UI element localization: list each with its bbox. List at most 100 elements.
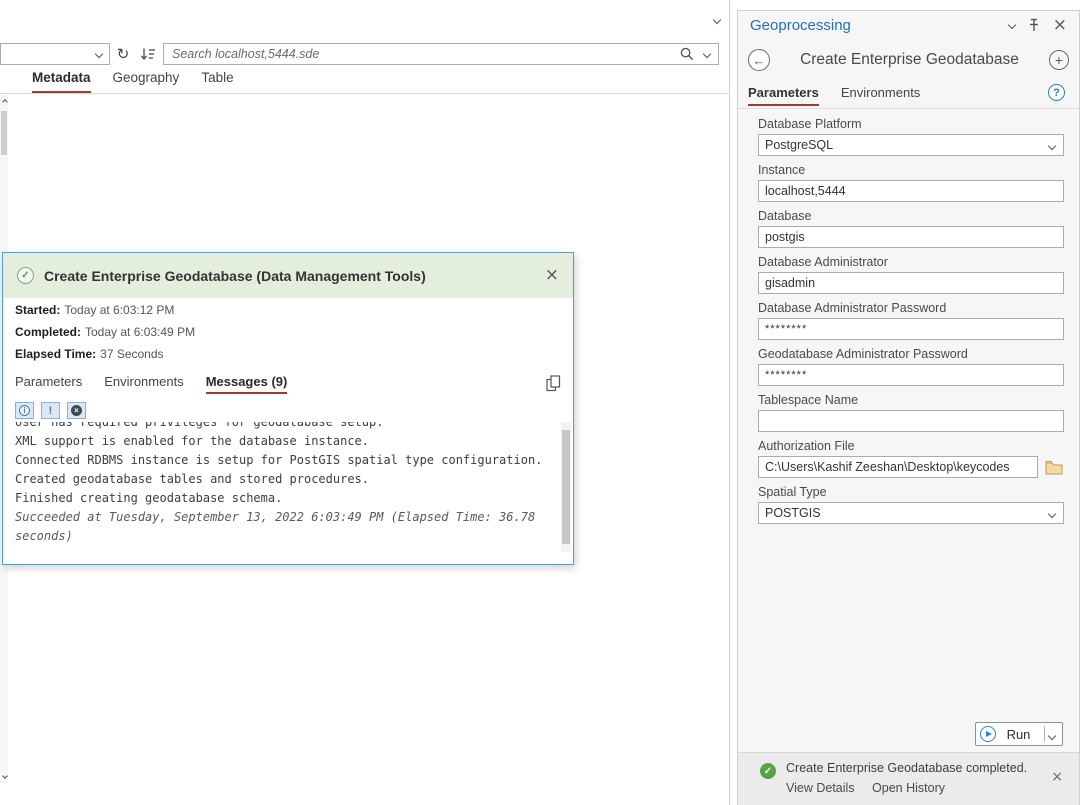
search-input[interactable] [164, 45, 680, 63]
field-label: Database Administrator Password [758, 301, 1064, 315]
spatial-type-select[interactable]: POSTGIS [758, 502, 1064, 524]
dialog-tab-parameters[interactable]: Parameters [15, 374, 82, 392]
parameters-form: Database Platform PostgreSQL Instance Da… [758, 117, 1064, 531]
filter-error-button[interactable]: × [67, 402, 86, 419]
panel-title: Geoprocessing [750, 17, 1000, 34]
messages-scrollbar-thumb[interactable] [562, 430, 570, 544]
search-box [163, 43, 719, 65]
field-instance: Instance [758, 163, 1064, 202]
elapsed-value: 37 Seconds [100, 347, 163, 361]
database-input[interactable] [758, 226, 1064, 248]
warning-icon: ! [49, 405, 53, 417]
pin-icon[interactable] [1028, 18, 1040, 32]
tab-geography[interactable]: Geography [113, 70, 180, 93]
authorization-file-input[interactable] [758, 456, 1038, 478]
field-tablespace-name: Tablespace Name [758, 393, 1064, 432]
log-message: XML support is enabled for the database … [15, 432, 560, 451]
dialog-header: ✓ Create Enterprise Geodatabase (Data Ma… [3, 253, 573, 298]
help-icon[interactable]: ? [1048, 84, 1065, 101]
messages-scrollbar[interactable] [561, 422, 571, 552]
tab-environments[interactable]: Environments [841, 85, 920, 106]
tabs-divider [738, 108, 1079, 109]
dialog-tabs: Parameters Environments Messages (9) [15, 374, 561, 396]
elapsed-line: Elapsed Time: 37 Seconds [15, 347, 164, 361]
tab-metadata[interactable]: Metadata [32, 70, 91, 93]
dialog-tab-environments[interactable]: Environments [104, 374, 183, 392]
open-history-link[interactable]: Open History [872, 781, 945, 795]
filter-info-button[interactable]: i [15, 402, 34, 419]
tool-header-row: ← Create Enterprise Geodatabase + [738, 45, 1079, 75]
refresh-icon[interactable]: ↻ [112, 43, 134, 65]
completed-value: Today at 6:03:49 PM [85, 325, 195, 339]
field-label: Database Administrator [758, 255, 1064, 269]
search-options-chevron-icon[interactable] [703, 50, 711, 58]
notification-close-icon[interactable]: × [1051, 769, 1063, 785]
database-administrator-password-input[interactable] [758, 318, 1064, 340]
success-check-icon: ✓ [17, 267, 34, 284]
tab-parameters[interactable]: Parameters [748, 85, 819, 106]
notification-links: View Details Open History [786, 781, 959, 795]
selected-value: POSTGIS [765, 506, 821, 520]
chevron-down-icon [1048, 732, 1056, 740]
field-database: Database [758, 209, 1064, 248]
success-check-icon: ✓ [760, 763, 776, 779]
field-label: Database Platform [758, 117, 1064, 131]
completion-notification: ✓ Create Enterprise Geodatabase complete… [738, 752, 1079, 805]
instance-input[interactable] [758, 180, 1064, 202]
tab-table[interactable]: Table [201, 70, 233, 93]
field-spatial-type: Spatial Type POSTGIS [758, 485, 1064, 524]
field-label: Instance [758, 163, 1064, 177]
success-message: Succeeded at Tuesday, September 13, 2022… [15, 508, 560, 546]
location-combobox[interactable] [0, 43, 110, 65]
back-button[interactable]: ← [748, 49, 770, 71]
tablespace-name-input[interactable] [758, 410, 1064, 432]
run-row: Run [975, 722, 1063, 746]
catalog-view-tabs: Metadata Geography Table [32, 70, 234, 93]
info-icon: i [19, 405, 30, 416]
sort-icon[interactable] [136, 43, 160, 65]
dialog-body: Started:Today at 6:03:12 PM Completed:To… [3, 298, 573, 564]
geodatabase-administrator-password-input[interactable] [758, 364, 1064, 386]
log-message: Connected RDBMS instance is setup for Po… [15, 451, 560, 470]
log-message: User has required privileges for geodata… [15, 422, 560, 432]
panel-menu-chevron-icon[interactable] [1008, 21, 1016, 29]
search-icon[interactable] [680, 47, 694, 61]
sort-glyph [140, 46, 156, 62]
error-icon: × [71, 405, 82, 416]
field-label: Geodatabase Administrator Password [758, 347, 1064, 361]
panel-header-icons: × [1009, 17, 1067, 34]
copy-icon[interactable] [546, 375, 561, 397]
elapsed-label: Elapsed Time: [15, 347, 96, 361]
run-button[interactable]: Run [975, 722, 1063, 746]
geoprocessing-tabs: Parameters Environments [748, 85, 920, 106]
app-window: ↻ [0, 0, 1080, 805]
database-administrator-input[interactable] [758, 272, 1064, 294]
scroll-down-icon[interactable] [1, 771, 9, 781]
geoprocessing-panel: Geoprocessing × ← Create Enterprise Geod… [737, 10, 1080, 805]
field-database-platform: Database Platform PostgreSQL [758, 117, 1064, 156]
field-label: Tablespace Name [758, 393, 1064, 407]
database-platform-select[interactable]: PostgreSQL [758, 134, 1064, 156]
run-options-chevron-icon[interactable] [1048, 724, 1058, 744]
dialog-tab-messages[interactable]: Messages (9) [206, 374, 288, 394]
run-divider [1044, 726, 1045, 742]
browse-folder-button[interactable] [1044, 457, 1064, 477]
field-database-administrator-password: Database Administrator Password [758, 301, 1064, 340]
chevron-down-icon [713, 16, 721, 24]
field-database-administrator: Database Administrator [758, 255, 1064, 294]
chevron-up-icon [2, 99, 8, 105]
tool-title: Create Enterprise Geodatabase [770, 51, 1049, 69]
view-details-link[interactable]: View Details [786, 781, 855, 795]
scroll-up-icon[interactable] [1, 97, 9, 107]
dialog-close-icon[interactable]: × [545, 267, 559, 284]
panel-close-icon[interactable]: × [1053, 17, 1067, 34]
scrollbar-thumb[interactable] [1, 111, 7, 155]
chevron-down-icon [1048, 142, 1056, 150]
add-to-project-button[interactable]: + [1049, 50, 1069, 70]
filter-warning-button[interactable]: ! [41, 402, 60, 419]
pane-collapse-button[interactable] [708, 12, 726, 28]
tool-result-dialog: ✓ Create Enterprise Geodatabase (Data Ma… [2, 252, 574, 565]
geoprocessing-header: Geoprocessing × [738, 11, 1079, 39]
chevron-down-icon [95, 50, 103, 58]
started-line: Started:Today at 6:03:12 PM [15, 303, 174, 317]
